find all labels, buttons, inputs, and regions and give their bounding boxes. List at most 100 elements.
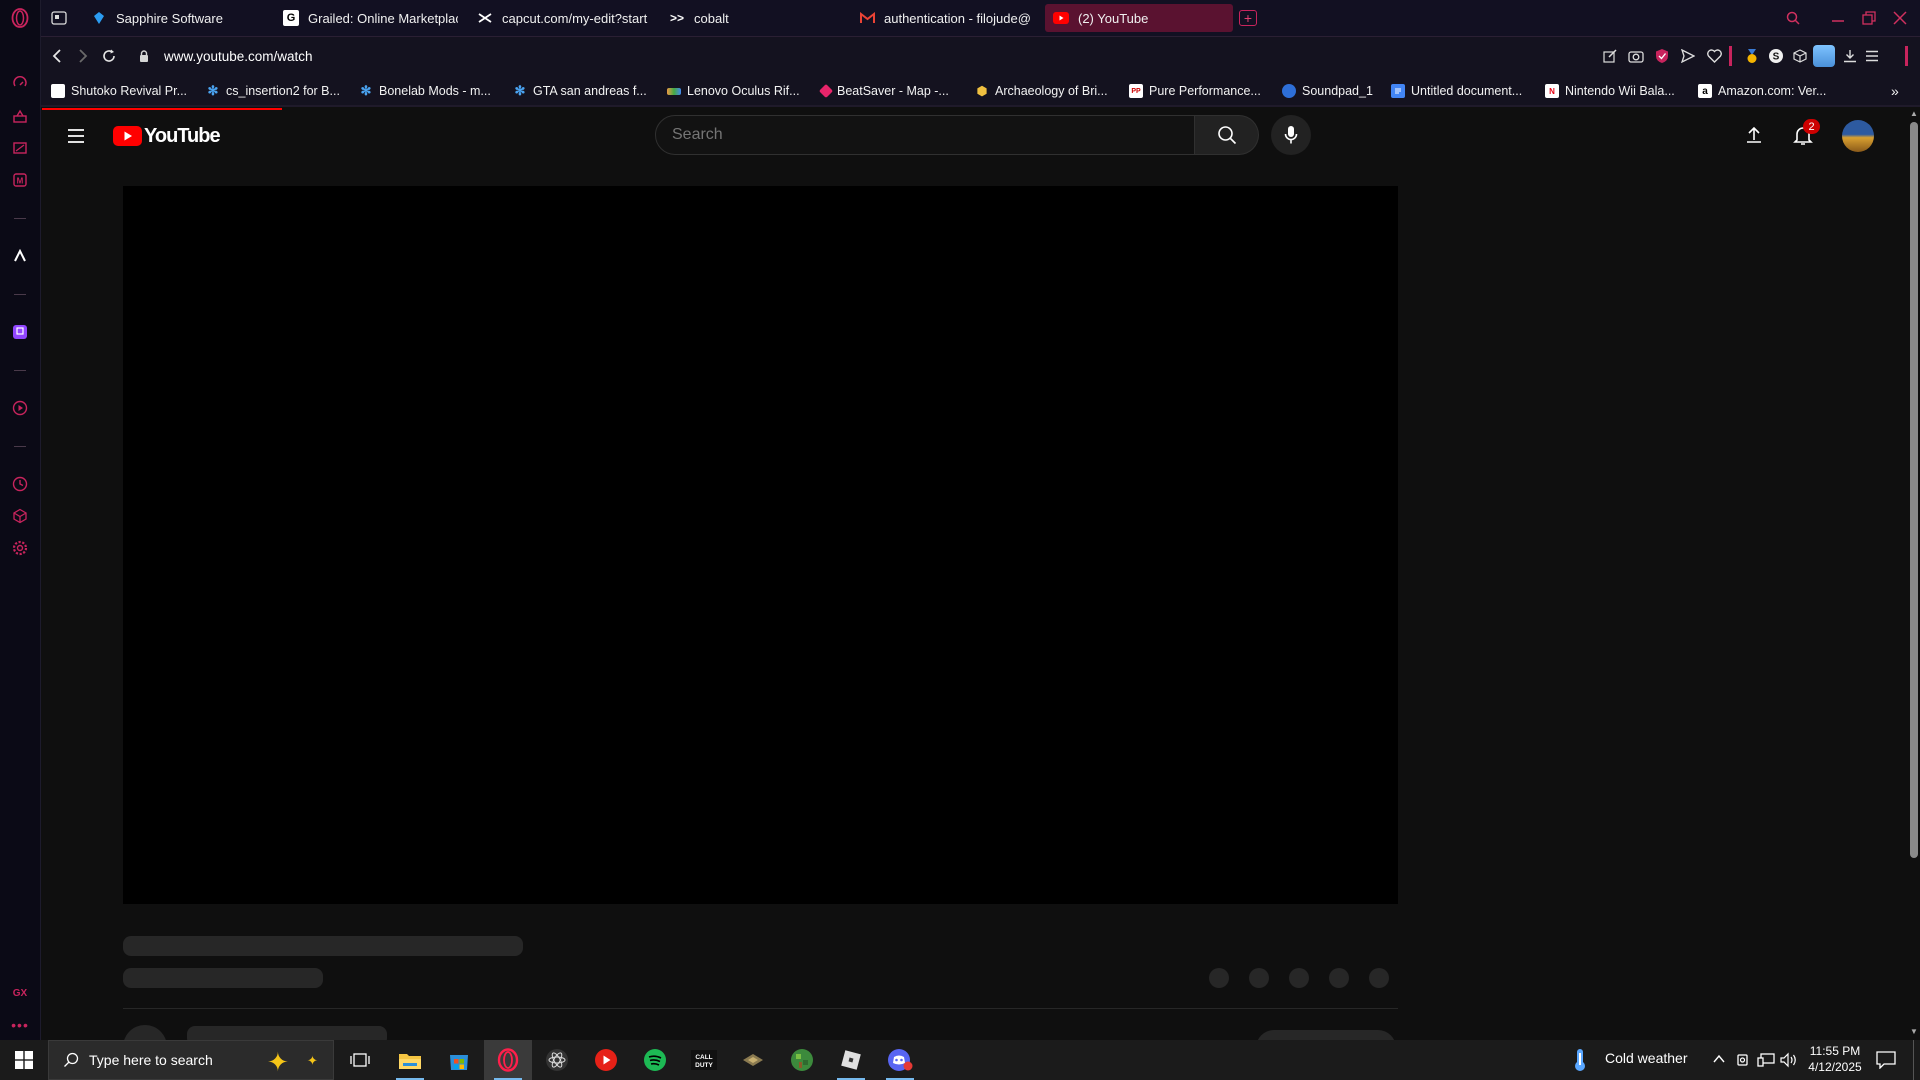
weather-label[interactable]: Cold weather: [1605, 1050, 1688, 1066]
bookmark-lenovo[interactable]: Lenovo Oculus Rif...: [667, 81, 800, 101]
volume-icon[interactable]: [1780, 1052, 1798, 1068]
voice-search-button[interactable]: [1271, 115, 1311, 155]
roblox-icon[interactable]: [827, 1040, 875, 1080]
bing-sparkle-icon: ✦: [267, 1047, 289, 1077]
bookmark-gta[interactable]: ✻ GTA san andreas f...: [513, 81, 647, 101]
tab-cobalt[interactable]: >> cobalt: [669, 4, 809, 32]
page-scrollbar[interactable]: ▲ ▼: [1908, 108, 1920, 1040]
show-hidden-icons-chevron-icon[interactable]: [1712, 1052, 1728, 1068]
youtube-app-icon[interactable]: [582, 1040, 630, 1080]
network-icon[interactable]: [1757, 1052, 1775, 1068]
file-explorer-icon[interactable]: [386, 1040, 434, 1080]
lock-icon[interactable]: [137, 46, 151, 66]
bookmark-pure-performance[interactable]: PP Pure Performance...: [1129, 81, 1261, 101]
clock-time: 11:55 PM: [1809, 1044, 1861, 1058]
close-window-icon[interactable]: [1890, 8, 1910, 28]
microsoft-store-icon[interactable]: [435, 1040, 483, 1080]
svg-text:M: M: [17, 177, 24, 186]
search-button[interactable]: [1195, 115, 1259, 155]
gx-mods-icon[interactable]: M: [10, 170, 30, 190]
meet-now-camera-icon[interactable]: [1735, 1052, 1751, 1068]
bookmarks-overflow-chevron-icon[interactable]: »: [1891, 81, 1899, 101]
taskbar-search-box[interactable]: Type here to search ✦ ✦: [48, 1040, 334, 1080]
account-avatar[interactable]: [1842, 120, 1874, 152]
search-input[interactable]: [672, 126, 1172, 144]
divider: [123, 1008, 1398, 1009]
tab-search-icon[interactable]: [1783, 8, 1803, 28]
restore-icon[interactable]: [1859, 8, 1879, 28]
bookmark-amazon[interactable]: a Amazon.com: Ver...: [1698, 81, 1826, 101]
action-center-notification-icon[interactable]: [1876, 1051, 1896, 1070]
thermometer-weather-icon[interactable]: [1572, 1048, 1588, 1072]
tab-gmail[interactable]: authentication - filojude@: [859, 4, 1034, 32]
speed-dial-icon[interactable]: [10, 74, 30, 94]
guide-menu-icon[interactable]: [64, 124, 88, 148]
edit-pen-icon[interactable]: [1601, 47, 1619, 65]
vpn-shield-icon[interactable]: [1653, 47, 1671, 65]
tab-sapphire[interactable]: Sapphire Software: [91, 4, 246, 32]
search-box[interactable]: [655, 115, 1195, 155]
tab-label: Sapphire Software: [116, 10, 223, 26]
bookmark-untitled-doc[interactable]: Untitled document...: [1391, 81, 1522, 101]
tab-search-snapshot-icon[interactable]: [51, 4, 73, 32]
bookmark-shutoko[interactable]: Shutoko Revival Pr...: [51, 81, 187, 101]
atom-app-icon[interactable]: [533, 1040, 581, 1080]
gx-control-icon[interactable]: [10, 106, 30, 126]
forward-icon[interactable]: [73, 46, 93, 66]
scrollbar-thumb[interactable]: [1910, 122, 1918, 858]
youtube-logo[interactable]: YouTube: [113, 124, 221, 148]
tab-grailed[interactable]: G Grailed: Online Marketplace: [283, 4, 458, 32]
bookmark-soundpad[interactable]: Soundpad_1: [1282, 81, 1373, 101]
send-icon[interactable]: [1679, 47, 1697, 65]
gmail-icon: [859, 10, 875, 26]
video-player[interactable]: [123, 186, 1398, 904]
discord-icon[interactable]: [876, 1040, 924, 1080]
bookmark-beatsaver[interactable]: BeatSaver - Map -...: [818, 81, 949, 101]
bookmark-archaeology[interactable]: ⬢ Archaeology of Bri...: [975, 81, 1108, 101]
profile-extension-icon[interactable]: [1813, 45, 1835, 67]
new-tab-plus-icon[interactable]: +: [1239, 10, 1257, 26]
easy-setup-menu-icon[interactable]: [1863, 47, 1881, 65]
tab-label: capcut.com/my-edit?start: [502, 10, 648, 26]
url-field[interactable]: www.youtube.com/watch: [164, 47, 1164, 67]
opera-gx-logo-icon[interactable]: [10, 8, 30, 28]
history-icon[interactable]: [10, 474, 30, 494]
bookmark-cs-insertion[interactable]: ✻ cs_insertion2 for B...: [206, 81, 340, 101]
bookmark-nintendo[interactable]: N Nintendo Wii Bala...: [1545, 81, 1675, 101]
action-skeleton-dot: [1209, 968, 1229, 988]
tab-youtube[interactable]: (2) YouTube: [1045, 4, 1233, 32]
tab-capcut[interactable]: capcut.com/my-edit?start: [477, 4, 652, 32]
minecraft-launcher-icon[interactable]: [778, 1040, 826, 1080]
task-view-icon[interactable]: [336, 1040, 384, 1080]
page-icon: [51, 84, 65, 98]
gx-badge-icon[interactable]: GX: [10, 983, 30, 1003]
reload-icon[interactable]: [99, 46, 119, 66]
scroll-down-arrow-icon[interactable]: ▼: [1910, 1028, 1918, 1036]
scroll-up-arrow-icon[interactable]: ▲: [1910, 110, 1918, 118]
call-of-duty-icon[interactable]: CALL DUTY: [680, 1040, 728, 1080]
twitch-icon[interactable]: [10, 322, 30, 342]
s-extension-icon[interactable]: S: [1767, 47, 1785, 65]
camera-icon[interactable]: [1627, 47, 1645, 65]
player-icon[interactable]: [10, 398, 30, 418]
extensions-cube-icon[interactable]: [10, 506, 30, 526]
spotify-icon[interactable]: [631, 1040, 679, 1080]
opera-gx-taskbar-icon[interactable]: [484, 1040, 532, 1080]
clock[interactable]: 11:55 PM 4/12/2025: [1800, 1043, 1870, 1075]
start-button[interactable]: [0, 1040, 48, 1080]
cube-extension-icon[interactable]: [1791, 47, 1809, 65]
aria-ai-icon[interactable]: [10, 246, 30, 266]
back-icon[interactable]: [47, 46, 67, 66]
youtube-page: YouTube 2: [42, 108, 1908, 1040]
settings-gear-icon[interactable]: [10, 538, 30, 558]
game-controller-icon[interactable]: [729, 1040, 777, 1080]
show-desktop-button[interactable]: [1913, 1040, 1914, 1080]
download-icon[interactable]: [1841, 47, 1859, 65]
medal-extension-icon[interactable]: [1743, 47, 1761, 65]
more-options-icon[interactable]: •••: [10, 1015, 30, 1035]
bookmark-bonelab[interactable]: ✻ Bonelab Mods - m...: [359, 81, 491, 101]
heart-icon[interactable]: [1705, 47, 1723, 65]
gx-corner-icon[interactable]: [10, 138, 30, 158]
minimize-icon[interactable]: [1828, 8, 1848, 28]
upload-icon[interactable]: [1742, 123, 1766, 147]
